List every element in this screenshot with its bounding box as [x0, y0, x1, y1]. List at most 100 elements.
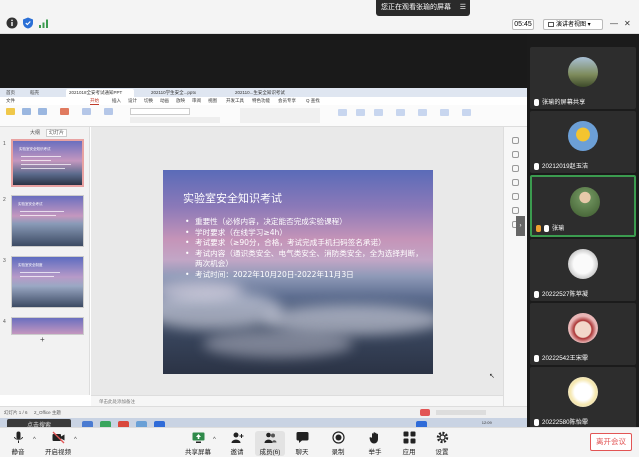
slide-thumbnail[interactable]: 实验室安全知识考试 — [11, 139, 84, 187]
participant-tile[interactable]: 20222580陈怡霏 — [530, 367, 636, 429]
participant-tile[interactable]: 20222542王宋霏 — [530, 303, 636, 365]
slide-thumbnails-pane: 大纲 幻灯片 1 实验室安全知识考试 2 实验室安全考试 3 实验室安全制度 4… — [0, 127, 90, 395]
shield-icon[interactable] — [22, 17, 34, 29]
slide-title[interactable]: 实验室安全知识考试 — [183, 190, 282, 206]
record-icon — [331, 431, 345, 444]
select-icon[interactable] — [440, 109, 449, 116]
tab-doc-2[interactable]: 202110学生安全...pptx — [148, 89, 218, 97]
menu-features[interactable]: 特色功能 — [252, 98, 270, 104]
meeting-timer: 05:45 — [512, 19, 534, 30]
menu-view[interactable]: 视图 — [208, 98, 217, 104]
participant-tile[interactable]: 20222527陈苹凝 — [530, 239, 636, 301]
font-select[interactable] — [130, 108, 190, 115]
more-icon[interactable]: ☰ — [460, 0, 466, 16]
menu-file[interactable]: 文件 — [6, 98, 15, 104]
menu-insert[interactable]: 插入 — [112, 98, 121, 104]
new-slide-icon[interactable] — [60, 108, 69, 115]
tab-outline[interactable]: 大纲 — [30, 130, 40, 136]
close-icon[interactable]: ✕ — [624, 19, 631, 28]
chevron-up-icon[interactable]: ^ — [74, 437, 77, 443]
tab-docer[interactable]: 稻壳 — [27, 89, 55, 97]
paragraph-group[interactable] — [240, 108, 320, 123]
textbox-icon[interactable] — [338, 109, 347, 116]
video-button[interactable]: 开启视频 — [43, 431, 73, 456]
raise-hand-button[interactable]: 举手 — [360, 431, 390, 456]
outline-icon[interactable] — [396, 109, 405, 116]
settings-button[interactable]: 设置 — [427, 431, 457, 456]
members-icon — [264, 432, 276, 443]
chevron-up-icon[interactable]: ^ — [33, 437, 36, 443]
menu-slideshow[interactable]: 放映 — [176, 98, 185, 104]
signal-icon[interactable] — [38, 17, 50, 29]
document-tabs: 首页 稻壳 2021018全安考试通知PPT 202110学生安全...pptx… — [0, 88, 527, 97]
theme-name: 2_Office 主题 — [34, 410, 61, 415]
chevron-up-icon[interactable]: ^ — [213, 437, 216, 443]
slide-bullet-list[interactable]: 重要性（必修内容，决定能否完成实验课程） 学时要求（在线学习≥4h） 考试要求（… — [185, 217, 425, 281]
font-style-group[interactable] — [130, 117, 220, 123]
view-mode-select[interactable]: 演讲者视图 ▾ — [543, 19, 603, 30]
menu-animation[interactable]: 动画 — [160, 98, 169, 104]
tab-slides[interactable]: 幻灯片 — [46, 129, 68, 137]
ribbon-menu: 文件 开始 插入 设计 切换 动画 放映 审阅 视图 开发工具 特色功能 会员专… — [0, 97, 527, 105]
shape-icon[interactable] — [512, 179, 519, 186]
menu-search[interactable]: Q 查找 — [306, 98, 320, 104]
mute-button[interactable]: 静音 — [3, 431, 33, 456]
menu-transition[interactable]: 切换 — [144, 98, 153, 104]
backup-icon[interactable] — [512, 207, 519, 214]
menu-design[interactable]: 设计 — [128, 98, 137, 104]
participant-tile-active[interactable]: 张瑜 — [530, 175, 636, 237]
info-icon[interactable] — [6, 17, 18, 29]
menu-developer[interactable]: 开发工具 — [226, 98, 244, 104]
shape-icon[interactable] — [356, 109, 365, 116]
layout-icon[interactable] — [82, 108, 91, 115]
menu-home[interactable]: 开始 — [90, 98, 99, 105]
collapse-panel-icon[interactable]: › — [516, 216, 525, 236]
slide-thumbnail[interactable]: 实验室安全考试 — [11, 195, 84, 247]
tab-doc-3[interactable]: 202110...生安全知识考试 — [232, 89, 302, 97]
add-user-icon — [231, 432, 243, 443]
add-slide-icon[interactable]: + — [40, 335, 45, 344]
format-painter-icon[interactable] — [38, 108, 47, 115]
paste-icon[interactable] — [6, 108, 15, 115]
share-banner-text: 您正在观看张瑜的屏幕 — [381, 4, 451, 11]
raise-hand-label: 举手 — [368, 449, 382, 456]
slide-number: 1 — [3, 141, 6, 147]
video-label: 开启视频 — [45, 449, 71, 456]
record-button[interactable]: 录制 — [323, 431, 353, 456]
zoom-slider[interactable] — [436, 410, 486, 415]
section-icon[interactable] — [104, 108, 113, 115]
invite-button[interactable]: 邀请 — [222, 431, 252, 456]
menu-vip[interactable]: 会员专享 — [278, 98, 296, 104]
tab-doc-1[interactable]: 2021018全安考试通知PPT — [66, 89, 134, 97]
avatar — [568, 121, 598, 151]
arrange-icon[interactable] — [374, 109, 383, 116]
mic-icon — [534, 162, 539, 170]
property-icon[interactable] — [512, 137, 519, 144]
tab-home[interactable]: 首页 — [3, 89, 23, 97]
thumbnail-title: 实验室安全制度 — [18, 263, 43, 267]
notes-area[interactable]: 单击此处添加备注 — [91, 395, 503, 406]
menu-review[interactable]: 审阅 — [192, 98, 201, 104]
slide-thumbnail[interactable] — [11, 317, 84, 335]
settings-label: 设置 — [435, 449, 449, 456]
minimize-icon[interactable]: — — [610, 19, 618, 28]
chat-button[interactable]: 聊天 — [287, 431, 317, 456]
select-pane-icon[interactable] — [512, 193, 519, 200]
find-icon[interactable] — [462, 109, 471, 116]
share-screen-button[interactable]: 共享屏幕 — [183, 431, 213, 456]
mouse-cursor-icon: ↖ — [489, 373, 495, 380]
participant-tile[interactable]: 20212019赵玉洁 — [530, 111, 636, 173]
slide-thumbnail[interactable]: 实验室安全制度 — [11, 256, 84, 308]
style-icon[interactable] — [512, 165, 519, 172]
apps-button[interactable]: 应用 — [394, 431, 424, 456]
slide-number: 4 — [3, 319, 6, 325]
slide-counter: 幻灯片 1 / 6 — [4, 410, 28, 415]
animation-icon[interactable] — [512, 151, 519, 158]
mic-icon — [534, 354, 539, 362]
cut-icon[interactable] — [22, 108, 31, 115]
replace-icon[interactable] — [418, 109, 427, 116]
leave-meeting-button[interactable]: 离开会议 — [590, 433, 632, 451]
members-button[interactable]: 成员(6) — [255, 431, 285, 456]
participant-tile[interactable]: 张瑜的屏幕共享 — [530, 47, 636, 109]
invite-label: 邀请 — [230, 449, 244, 456]
